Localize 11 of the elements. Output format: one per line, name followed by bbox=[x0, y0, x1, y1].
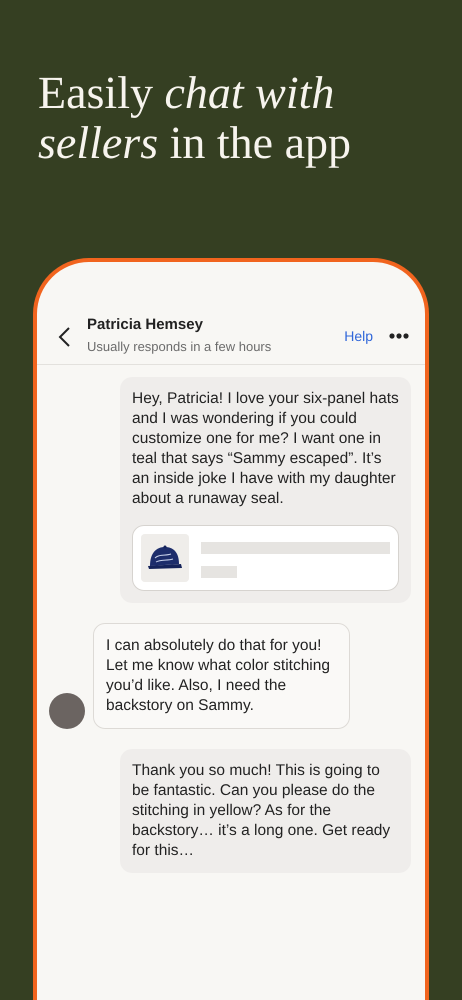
more-icon[interactable] bbox=[389, 333, 409, 339]
response-time: Usually responds in a few hours bbox=[87, 338, 272, 356]
message-text: Hey, Patricia! I love your six-panel hats and I was wondering if you could customize one for me? I want one in teal that says “Sammy escaped”. It’s an inside joke I have with my daughter about a runaway seal. bbox=[132, 389, 399, 509]
headline: Easily chat with sellers in the app bbox=[38, 68, 352, 168]
message-text: Thank you so much! This is going to be fantastic. Can you please do the stitching in yellow? As for the backstory… it’s a long one. Get ready for this… bbox=[132, 761, 392, 861]
message-text: I can absolutely do that for you! Let me know what color stitching you’d like. Also, I need the backstory on Sammy. bbox=[106, 636, 331, 716]
listing-card[interactable] bbox=[132, 525, 399, 591]
avatar bbox=[49, 693, 85, 729]
help-link[interactable]: Help bbox=[344, 326, 373, 347]
back-icon[interactable] bbox=[57, 326, 71, 348]
seller-name: Patricia Hemsey bbox=[87, 315, 204, 335]
